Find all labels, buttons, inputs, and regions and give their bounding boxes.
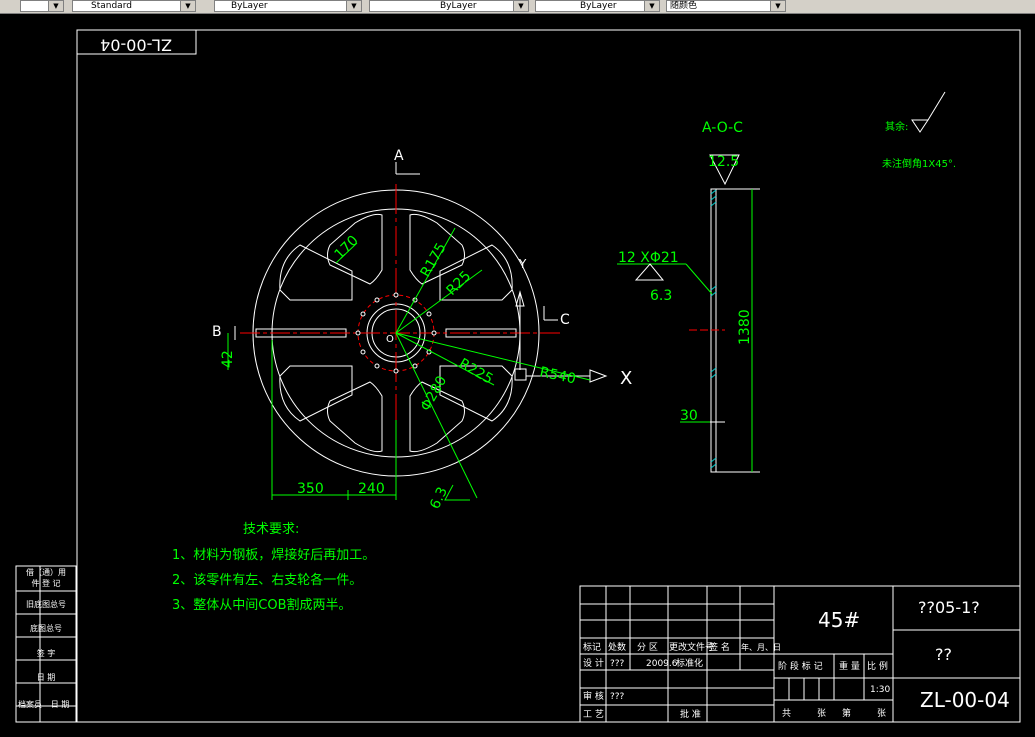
tb-header-5: 年、月、日 [741,642,781,652]
tb-header-4: 签 名 [709,641,730,653]
side-section-hatch [710,189,717,469]
dim-rough-front: 6.3 [427,485,451,512]
side-label-7: 日 期 [51,700,70,709]
dim-r225: R225 [456,356,496,388]
drawing-frame [15,29,1021,723]
tech-req-item-1: 1、材料为钢板，焊接好后再加工。 [172,547,375,563]
axis-label-b: B [212,324,222,340]
dim-rough-holes: 6.3 [650,288,672,304]
side-label-5: 日 期 [37,673,56,682]
tb-header-2: 分 区 [637,642,658,653]
dim-holes: 12 XΦ21 [618,250,679,266]
dim-240: 240 [358,481,385,497]
tb-stage-2: 比 例 [867,660,888,672]
tech-req-item-2: 2、该零件有左、右支轮各一件。 [172,572,362,588]
tb-check-name: ??? [610,692,625,702]
side-dimension-lines [617,189,753,472]
drawing-id-label-upside: ZL-00-04 [100,36,172,55]
dim-r175: R175 [418,240,450,280]
surface-note: 其余: 未注倒角1X45°. [882,91,956,170]
surface-other-label: 其余: [885,120,908,133]
axis-label-a: A [394,148,404,164]
chamfer-note: 未注倒角1X45°. [882,157,956,170]
tech-req-item-3: 3、整体从中间COB割成两半。 [172,597,352,613]
dim-42: 42 [220,350,236,368]
autocad-window: { "toolbar": { "textstyle": "Standard", … [0,0,1035,737]
tb-header-1: 处数 [608,641,626,653]
tb-scale: 1:30 [870,685,890,695]
tb-material: 45# [818,608,860,632]
chevron-down-icon: ▼ [513,1,528,11]
tb-check-label: 审 核 [583,690,604,702]
dim-30: 30 [680,408,698,424]
side-dimension-text: A-O-C 12.5 12 XΦ21 6.3 1380 30 [618,120,753,424]
tb-design-label: 设 计 [583,657,604,669]
side-label-6: 档案员 [18,699,42,709]
axis-label-y: Y [518,257,527,271]
dim-350: 350 [297,481,324,497]
tb-sheet-0: 共 [782,708,791,719]
front-dimension-text: 170 R175 R25 R225 R540 Φ280 42 350 240 6… [220,233,577,512]
lineweight-select[interactable]: ByLayer ▼ [535,0,660,12]
layer-select[interactable]: ByLayer ▼ [214,0,362,12]
linetype-select[interactable]: ByLayer ▼ [369,0,529,12]
tb-drawing-number: ZL-00-04 [920,688,1010,712]
tb-stage-1: 重 量 [839,660,860,672]
tb-process-label: 工 艺 [583,709,604,720]
tb-header-3: 更改文件号 [669,641,714,653]
side-label-3: 底图总号 [30,623,62,633]
chevron-down-icon: ▼ [180,1,195,11]
chevron-down-icon: ▼ [346,1,361,11]
axis-label-o: O [386,334,394,345]
title-block-text: 标记 处数 分 区 更改文件号 签 名 年、月、日 设 计 ??? 2009.6… [583,598,1010,720]
tb-header-0: 标记 [583,641,601,653]
dim-r540: R540 [538,364,577,387]
toolbar-combo-stub[interactable]: ▼ [20,0,64,12]
side-label-1: 件 登 记 [31,578,60,588]
wheel-centerlines [240,184,560,480]
side-label-4: 签 字 [37,648,56,658]
drawing-canvas[interactable]: ZL-00-04 借（通）用 件 登 记 旧底图总号 底图总号 签 字 日 期 … [0,13,1035,737]
side-label-0: 借（通）用 [26,567,66,577]
technical-requirements: 技术要求: 1、材料为钢板，焊接好后再加工。 2、该零件有左、右支轮各一件。 3… [172,522,375,613]
color-select[interactable]: 随颜色 ▼ [666,0,786,12]
tb-stage-0: 阶 段 标 记 [778,660,823,672]
side-label-2: 旧底图总号 [26,599,66,609]
chevron-down-icon: ▼ [48,1,63,11]
tb-sheet-2: 第 [842,707,851,719]
tb-sheet-3: 张 [877,708,886,719]
dim-height: 1380 [737,309,753,345]
tb-sheet-1: 张 [817,708,826,719]
properties-toolbar: ▼ Standard ▼ ByLayer ▼ ByLayer ▼ ByLayer ▼ 随… [0,0,1035,14]
axis-label-x: X [620,368,632,389]
tb-design-name: ??? [610,659,625,669]
chevron-down-icon: ▼ [644,1,659,11]
section-label: A-O-C [702,120,743,136]
tb-standard-label: 标准化 [676,657,703,669]
dim-170: 170 [332,233,362,263]
dim-thickness: 12.5 [708,154,739,170]
chevron-down-icon: ▼ [770,1,785,11]
tb-approve-label: 批 准 [680,708,701,720]
tb-part-name: ??05-1? [918,598,980,617]
tech-req-title: 技术要求: [243,522,299,537]
tb-part-name-sub: ?? [935,645,952,664]
tb-date: 2009.6 [646,659,678,669]
text-style-select[interactable]: Standard ▼ [72,0,196,12]
axis-label-c: C [560,312,570,328]
side-stamp-block: 借（通）用 件 登 记 旧底图总号 底图总号 签 字 日 期 档案员 日 期 [18,567,69,709]
